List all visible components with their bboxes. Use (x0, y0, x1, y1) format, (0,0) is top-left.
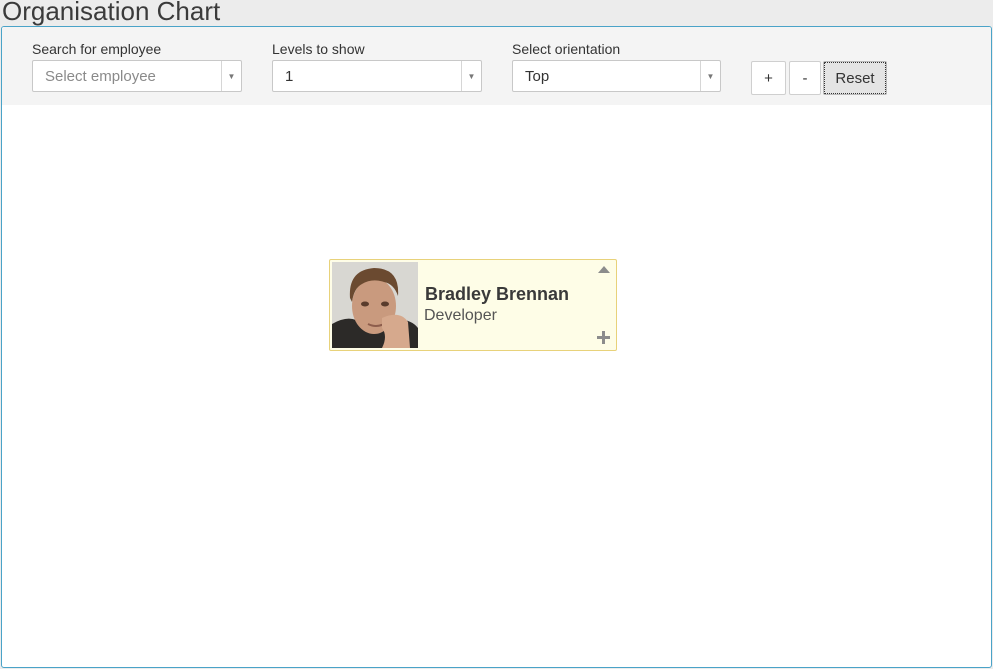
employee-card[interactable]: Bradley Brennan Developer (329, 259, 617, 351)
employee-photo (332, 262, 418, 348)
employee-search-placeholder: Select employee (45, 68, 156, 85)
orientation-select[interactable]: Top ▼ (512, 60, 721, 92)
org-chart-panel: Search for employee Select employee ▼ Le… (1, 26, 992, 668)
levels-field: Levels to show 1 ▼ (272, 40, 482, 92)
reset-button[interactable]: Reset (823, 61, 887, 95)
employee-name: Bradley Brennan (425, 284, 570, 304)
levels-value: 1 (285, 68, 294, 85)
levels-label: Levels to show (272, 41, 365, 57)
toolbar: Search for employee Select employee ▼ Le… (2, 27, 991, 105)
employee-search-select[interactable]: Select employee ▼ (32, 60, 242, 92)
search-field: Search for employee Select employee ▼ (32, 40, 242, 92)
zoom-in-button[interactable]: + (751, 61, 786, 95)
employee-role: Developer (424, 307, 497, 324)
chevron-down-icon[interactable]: ▼ (221, 61, 241, 91)
levels-select[interactable]: 1 ▼ (272, 60, 482, 92)
triangle-up-icon[interactable] (598, 266, 610, 273)
zoom-out-button[interactable]: - (789, 61, 821, 95)
chevron-down-icon[interactable]: ▼ (461, 61, 481, 91)
orientation-label: Select orientation (512, 41, 621, 57)
plus-icon[interactable] (597, 331, 610, 344)
search-label: Search for employee (32, 41, 162, 57)
chevron-down-icon[interactable]: ▼ (700, 61, 720, 91)
page-title: Organisation Chart (2, 0, 221, 26)
orientation-field: Select orientation Top ▼ (512, 40, 721, 92)
orientation-value: Top (525, 68, 550, 85)
avatar (332, 262, 418, 348)
